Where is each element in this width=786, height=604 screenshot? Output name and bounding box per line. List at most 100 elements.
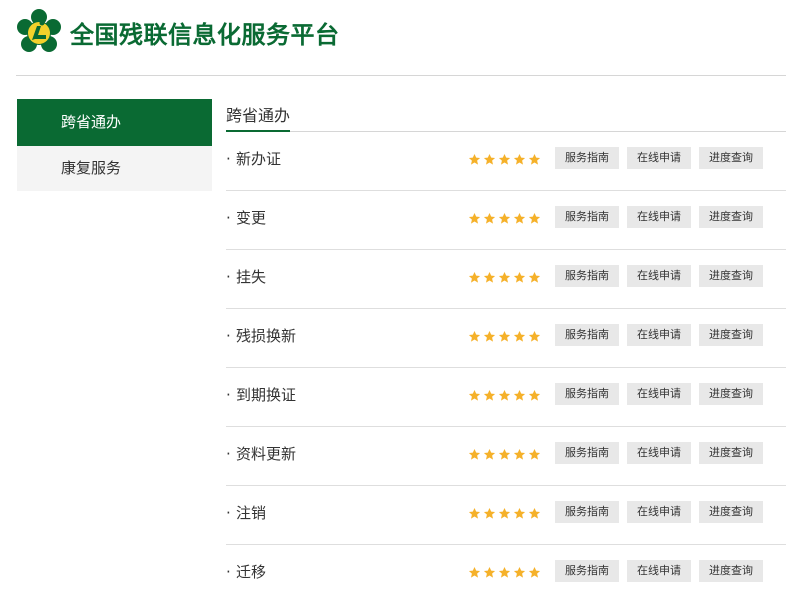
progress-query-button[interactable]: 进度查询: [699, 324, 763, 346]
service-name[interactable]: · 挂失: [226, 266, 266, 287]
star-icon: [528, 328, 541, 342]
bullet-icon: ·: [226, 445, 231, 463]
sidebar-item-rehab[interactable]: 康复服务: [17, 146, 212, 191]
bullet-icon: ·: [226, 150, 231, 168]
star-icon: [468, 564, 481, 578]
service-guide-button[interactable]: 服务指南: [555, 383, 619, 405]
row-actions: 服务指南 在线申请 进度查询: [555, 147, 763, 169]
star-icon: [528, 505, 541, 519]
rating-stars: [468, 564, 541, 578]
sidebar-item-cross-province[interactable]: 跨省通办: [17, 99, 212, 146]
progress-query-button[interactable]: 进度查询: [699, 265, 763, 287]
service-name[interactable]: · 新办证: [226, 148, 281, 169]
star-icon: [528, 564, 541, 578]
online-apply-button[interactable]: 在线申请: [627, 147, 691, 169]
service-label: 挂失: [236, 268, 267, 286]
star-icon: [513, 269, 526, 283]
online-apply-button[interactable]: 在线申请: [627, 265, 691, 287]
progress-query-button[interactable]: 进度查询: [699, 147, 763, 169]
service-guide-button[interactable]: 服务指南: [555, 147, 619, 169]
service-row: · 变更 服务指南 在线申请 进度查询: [226, 191, 786, 250]
service-row: · 新办证 服务指南 在线申请 进度查询: [226, 132, 786, 191]
service-name[interactable]: · 资料更新: [226, 443, 296, 464]
service-guide-button[interactable]: 服务指南: [555, 265, 619, 287]
online-apply-button[interactable]: 在线申请: [627, 383, 691, 405]
star-icon: [528, 151, 541, 165]
progress-query-button[interactable]: 进度查询: [699, 206, 763, 228]
star-icon: [468, 505, 481, 519]
service-guide-button[interactable]: 服务指南: [555, 501, 619, 523]
star-icon: [483, 564, 496, 578]
service-label: 资料更新: [236, 445, 297, 463]
star-icon: [513, 328, 526, 342]
progress-query-button[interactable]: 进度查询: [699, 501, 763, 523]
service-row: · 残损换新 服务指南 在线申请 进度查询: [226, 309, 786, 368]
progress-query-button[interactable]: 进度查询: [699, 442, 763, 464]
star-icon: [498, 387, 511, 401]
row-actions: 服务指南 在线申请 进度查询: [555, 324, 763, 346]
star-icon: [528, 446, 541, 460]
service-row: · 迁移 服务指南 在线申请 进度查询: [226, 545, 786, 604]
star-icon: [468, 269, 481, 283]
star-icon: [528, 269, 541, 283]
main-panel: 跨省通办 · 新办证 服务指南 在线申请 进度查询 · 变更 服务指南 在线申请 进度查询 · 挂失服…: [226, 99, 786, 604]
star-icon: [528, 387, 541, 401]
online-apply-button[interactable]: 在线申请: [627, 442, 691, 464]
service-name[interactable]: · 变更: [226, 207, 266, 228]
online-apply-button[interactable]: 在线申请: [627, 501, 691, 523]
service-guide-button[interactable]: 服务指南: [555, 560, 619, 582]
service-name[interactable]: · 残损换新: [226, 325, 296, 346]
star-icon: [468, 210, 481, 224]
service-row: · 资料更新 服务指南 在线申请 进度查询: [226, 427, 786, 486]
bullet-icon: ·: [226, 563, 231, 581]
star-icon: [483, 505, 496, 519]
rating-stars: [468, 328, 541, 342]
star-icon: [483, 151, 496, 165]
star-icon: [483, 328, 496, 342]
online-apply-button[interactable]: 在线申请: [627, 560, 691, 582]
row-actions: 服务指南 在线申请 进度查询: [555, 265, 763, 287]
star-icon: [483, 210, 496, 224]
service-row: · 注销 服务指南 在线申请 进度查询: [226, 486, 786, 545]
star-icon: [468, 328, 481, 342]
star-icon: [513, 564, 526, 578]
star-icon: [513, 505, 526, 519]
rating-stars: [468, 151, 541, 165]
service-label: 迁移: [236, 563, 267, 581]
star-icon: [483, 387, 496, 401]
service-label: 变更: [236, 209, 267, 227]
logo-icon: [17, 9, 61, 52]
star-icon: [483, 446, 496, 460]
star-icon: [498, 446, 511, 460]
star-icon: [513, 387, 526, 401]
progress-query-button[interactable]: 进度查询: [699, 383, 763, 405]
row-actions: 服务指南 在线申请 进度查询: [555, 383, 763, 405]
rating-stars: [468, 269, 541, 283]
site-header: 全国残联信息化服务平台: [16, 8, 786, 56]
service-guide-button[interactable]: 服务指南: [555, 442, 619, 464]
service-guide-button[interactable]: 服务指南: [555, 324, 619, 346]
online-apply-button[interactable]: 在线申请: [627, 206, 691, 228]
row-actions: 服务指南 在线申请 进度查询: [555, 442, 763, 464]
service-name[interactable]: · 注销: [226, 502, 266, 523]
service-guide-button[interactable]: 服务指南: [555, 206, 619, 228]
rating-stars: [468, 505, 541, 519]
online-apply-button[interactable]: 在线申请: [627, 324, 691, 346]
header-divider: [16, 75, 786, 76]
service-label: 注销: [236, 504, 267, 522]
star-icon: [468, 151, 481, 165]
section-header: 跨省通办: [226, 99, 786, 132]
service-list: · 新办证 服务指南 在线申请 进度查询 · 变更 服务指南 在线申请 进度查询 · 挂失 服务指南 在线…: [226, 132, 786, 604]
service-name[interactable]: · 迁移: [226, 561, 266, 582]
sidebar: 跨省通办 康复服务: [17, 99, 212, 191]
site-title: 全国残联信息化服务平台: [70, 20, 340, 49]
star-icon: [468, 387, 481, 401]
service-label: 残损换新: [236, 327, 297, 345]
service-row: · 挂失 服务指南 在线申请 进度查询: [226, 250, 786, 309]
service-name[interactable]: · 到期换证: [226, 384, 296, 405]
star-icon: [498, 564, 511, 578]
progress-query-button[interactable]: 进度查询: [699, 560, 763, 582]
rating-stars: [468, 210, 541, 224]
rating-stars: [468, 446, 541, 460]
row-actions: 服务指南 在线申请 进度查询: [555, 206, 763, 228]
